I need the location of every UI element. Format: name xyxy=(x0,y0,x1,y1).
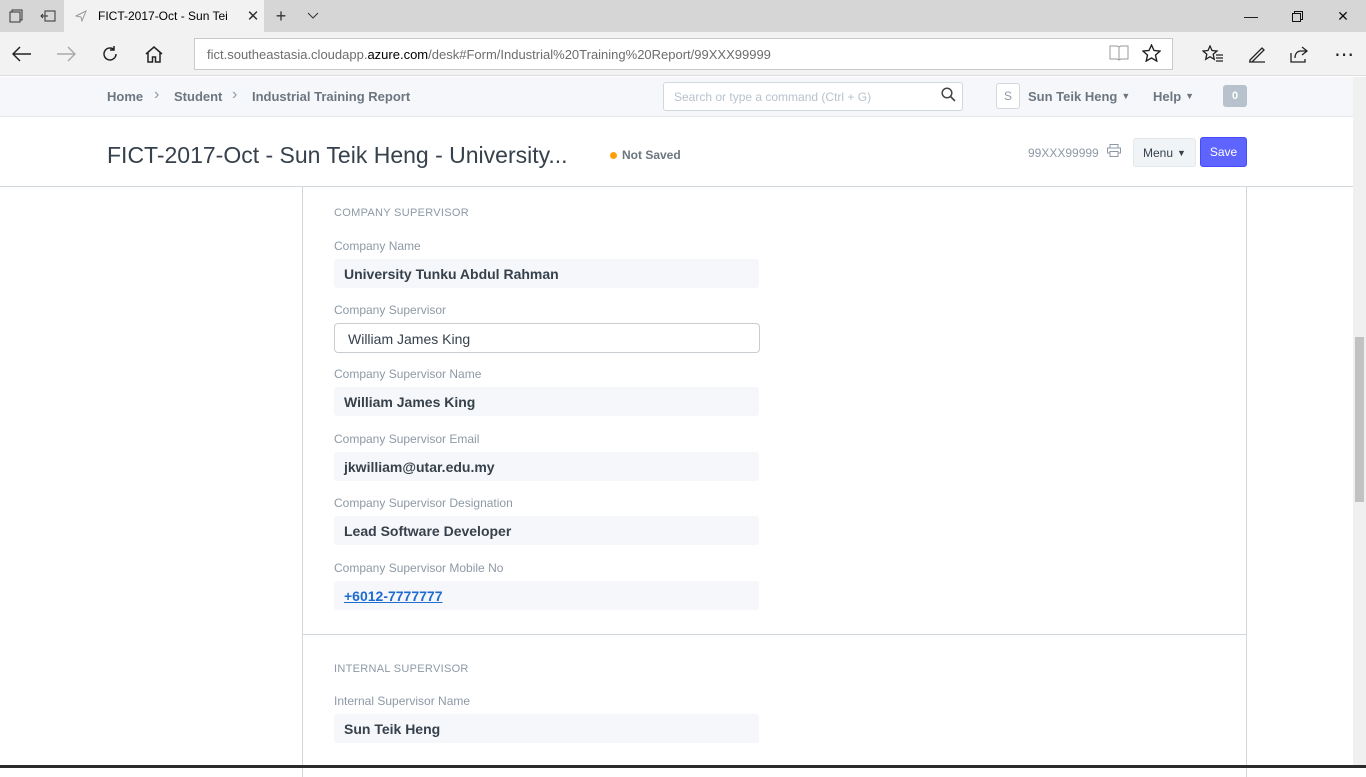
form-card: COMPANY SUPERVISOR Company Name Universi… xyxy=(302,187,1247,777)
internal-supervisor-name-value: Sun Teik Heng xyxy=(334,714,759,743)
help-label: Help xyxy=(1153,89,1182,104)
menu-button[interactable]: Menu ▼ xyxy=(1133,138,1196,167)
url-path: /desk#Form/Industrial%20Training%20Repor… xyxy=(428,46,771,62)
user-avatar[interactable]: S xyxy=(996,83,1020,109)
new-tab-icon[interactable]: + xyxy=(265,0,297,32)
notification-count-badge[interactable]: 0 xyxy=(1223,85,1247,107)
supervisor-designation-value: Lead Software Developer xyxy=(334,516,759,545)
section-heading-company-supervisor: COMPANY SUPERVISOR xyxy=(334,207,469,219)
caret-down-icon: ▼ xyxy=(1177,147,1186,158)
section-divider xyxy=(303,634,1246,635)
breadcrumb-separator-icon: › xyxy=(154,86,160,103)
section-heading-internal-supervisor: INTERNAL SUPERVISOR xyxy=(334,663,469,675)
page-head: FICT-2017-Oct - Sun Teik Heng - Universi… xyxy=(0,118,1366,187)
breadcrumb-home[interactable]: Home xyxy=(107,89,143,104)
set-tabs-aside-icon[interactable] xyxy=(32,0,64,32)
app-navbar: Home › Student › Industrial Training Rep… xyxy=(0,77,1366,117)
tab-preview-chevron-icon[interactable] xyxy=(297,0,329,32)
page-scrollbar[interactable] xyxy=(1353,77,1366,768)
supervisor-mobile-link[interactable]: +6012-7777777 xyxy=(344,588,443,604)
scrollbar-thumb[interactable] xyxy=(1355,337,1364,502)
reading-view-icon[interactable] xyxy=(1104,38,1134,68)
home-icon[interactable] xyxy=(136,38,172,70)
share-icon[interactable] xyxy=(1280,38,1318,70)
restore-icon[interactable] xyxy=(1274,0,1320,32)
user-menu-dropdown[interactable]: Sun Teik Heng ▼ xyxy=(1028,89,1130,104)
web-note-pen-icon[interactable] xyxy=(1238,38,1276,70)
company-name-label: Company Name xyxy=(334,239,421,253)
company-supervisor-input[interactable]: William James King xyxy=(334,323,760,353)
favorite-star-icon[interactable] xyxy=(1136,38,1166,68)
internal-supervisor-name-label: Internal Supervisor Name xyxy=(334,694,471,708)
print-icon[interactable] xyxy=(1107,144,1121,160)
company-supervisor-label: Company Supervisor xyxy=(334,303,447,317)
breadcrumb-student[interactable]: Student xyxy=(174,89,222,104)
favorites-hub-icon[interactable] xyxy=(1194,38,1232,70)
menu-label: Menu xyxy=(1143,145,1174,160)
more-options-icon[interactable]: ⋯ xyxy=(1325,38,1363,70)
browser-tab-active[interactable]: FICT-2017-Oct - Sun Tei ✕ xyxy=(64,0,264,32)
supervisor-email-value: jkwilliam@utar.edu.my xyxy=(334,452,759,481)
user-name: Sun Teik Heng xyxy=(1028,89,1118,104)
browser-address-bar: fict.southeastasia.cloudapp. azure.com/de… xyxy=(0,32,1366,76)
help-menu-dropdown[interactable]: Help ▼ xyxy=(1153,89,1194,104)
supervisor-mobile-label: Company Supervisor Mobile No xyxy=(334,561,504,575)
supervisor-designation-label: Company Supervisor Designation xyxy=(334,496,513,510)
tab-list-icon[interactable] xyxy=(0,0,32,32)
status-text: Not Saved xyxy=(622,148,681,162)
search-placeholder: Search or type a command (Ctrl + G) xyxy=(674,90,872,104)
url-prefix: fict.southeastasia.cloudapp. xyxy=(207,46,368,62)
minimize-icon[interactable]: — xyxy=(1228,0,1274,32)
page-favicon-icon xyxy=(74,9,88,23)
supervisor-name-label: Company Supervisor Name xyxy=(334,367,482,381)
url-field[interactable]: fict.southeastasia.cloudapp. azure.com/de… xyxy=(194,38,1173,70)
breadcrumb-industrial-training-report[interactable]: Industrial Training Report xyxy=(252,89,410,104)
company-name-value: University Tunku Abdul Rahman xyxy=(334,259,759,288)
forward-arrow-icon[interactable] xyxy=(48,38,84,70)
document-name: 99XXX99999 xyxy=(1028,146,1099,160)
status-dot-icon xyxy=(610,151,617,159)
command-search-input[interactable]: Search or type a command (Ctrl + G) xyxy=(663,82,963,111)
status-indicator: Not Saved xyxy=(610,148,681,162)
supervisor-name-value: William James King xyxy=(334,387,759,416)
search-icon[interactable] xyxy=(941,87,956,106)
browser-tab-bar: FICT-2017-Oct - Sun Tei ✕ + — ✕ xyxy=(0,0,1366,32)
supervisor-email-label: Company Supervisor Email xyxy=(334,432,480,446)
url-host: azure.com xyxy=(367,46,429,62)
refresh-icon[interactable] xyxy=(92,38,128,70)
caret-down-icon: ▼ xyxy=(1121,91,1131,101)
close-window-icon[interactable]: ✕ xyxy=(1320,0,1366,32)
breadcrumb-separator-icon: › xyxy=(232,86,238,103)
back-arrow-icon[interactable] xyxy=(4,38,40,70)
page-title: FICT-2017-Oct - Sun Teik Heng - Universi… xyxy=(107,142,568,168)
caret-down-icon: ▼ xyxy=(1185,91,1195,101)
save-button[interactable]: Save xyxy=(1200,137,1247,167)
tab-title: FICT-2017-Oct - Sun Tei xyxy=(98,9,228,23)
tab-close-icon[interactable]: ✕ xyxy=(242,7,264,25)
supervisor-mobile-field: +6012-7777777 xyxy=(334,581,759,610)
